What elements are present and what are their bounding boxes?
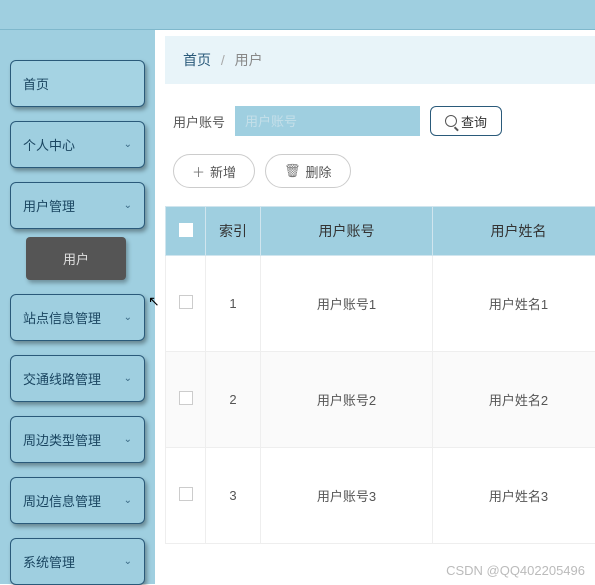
- sidebar-item-home[interactable]: 首页: [10, 60, 145, 107]
- chevron-down-icon: ⌄: [124, 200, 132, 211]
- chevron-down-icon: ⌄: [124, 495, 132, 506]
- row-checkbox[interactable]: [179, 295, 193, 309]
- filter-row: 用户账号 查询: [155, 84, 595, 144]
- sidebar-subitem-label: 用户: [63, 252, 89, 267]
- chevron-down-icon: ⌄: [124, 312, 132, 323]
- sidebar-item-traffic[interactable]: 交通线路管理 ⌄: [10, 355, 145, 402]
- data-table: 索引 用户账号 用户姓名 1用户账号1用户姓名12用户账号2用户姓名23用户账号…: [165, 206, 595, 544]
- sidebar-item-user-mgmt[interactable]: 用户管理 ⌄: [10, 182, 145, 229]
- cell-name: 用户姓名1: [433, 256, 595, 352]
- sidebar-item-surrounding-info[interactable]: 周边信息管理 ⌄: [10, 477, 145, 524]
- cell-account: 用户账号2: [261, 352, 433, 448]
- chevron-down-icon: ⌄: [124, 139, 132, 150]
- sidebar-item-label: 周边类型管理: [23, 430, 101, 449]
- sidebar-item-system[interactable]: 系统管理 ⌄: [10, 538, 145, 585]
- delete-button[interactable]: 🗑 删除: [265, 154, 351, 188]
- breadcrumb-current: 用户: [235, 52, 263, 68]
- sidebar-item-profile[interactable]: 个人中心 ⌄: [10, 121, 145, 168]
- sidebar-item-label: 用户管理: [23, 196, 75, 215]
- watermark: CSDN @QQ402205496: [446, 563, 585, 578]
- topbar: [0, 0, 595, 30]
- breadcrumb-home[interactable]: 首页: [183, 52, 211, 68]
- table-row: 1用户账号1用户姓名1: [166, 256, 595, 352]
- add-button[interactable]: ＋ 新增: [173, 154, 255, 188]
- sidebar-item-label: 周边信息管理: [23, 491, 101, 510]
- main-content: 首页 / 用户 用户账号 查询 ＋ 新增 🗑 删除: [155, 30, 595, 584]
- table-row: 3用户账号3用户姓名3: [166, 448, 595, 544]
- search-button[interactable]: 查询: [430, 106, 502, 136]
- action-row: ＋ 新增 🗑 删除: [155, 144, 595, 206]
- cell-index: 1: [206, 256, 261, 352]
- cell-name: 用户姓名2: [433, 352, 595, 448]
- cell-account: 用户账号3: [261, 448, 433, 544]
- search-button-label: 查询: [461, 112, 487, 131]
- header-index: 索引: [206, 207, 261, 256]
- sidebar-subitem-user[interactable]: 用户: [26, 237, 126, 280]
- cell-index: 3: [206, 448, 261, 544]
- table-header-row: 索引 用户账号 用户姓名: [166, 207, 595, 256]
- add-button-label: 新增: [210, 162, 236, 181]
- account-input[interactable]: [235, 106, 420, 136]
- chevron-down-icon: ⌄: [124, 373, 132, 384]
- sidebar-item-label: 系统管理: [23, 552, 75, 571]
- filter-label: 用户账号: [173, 112, 225, 131]
- cell-name: 用户姓名3: [433, 448, 595, 544]
- cell-index: 2: [206, 352, 261, 448]
- breadcrumb-separator: /: [221, 52, 225, 68]
- delete-button-label: 删除: [306, 162, 332, 181]
- chevron-down-icon: ⌄: [124, 434, 132, 445]
- trash-icon: 🗑: [284, 163, 301, 179]
- select-all-checkbox[interactable]: [179, 223, 193, 237]
- table-row: 2用户账号2用户姓名2: [166, 352, 595, 448]
- sidebar-item-surrounding-type[interactable]: 周边类型管理 ⌄: [10, 416, 145, 463]
- header-account: 用户账号: [261, 207, 433, 256]
- sidebar-item-station[interactable]: 站点信息管理 ⌄: [10, 294, 145, 341]
- cell-account: 用户账号1: [261, 256, 433, 352]
- sidebar-item-label: 站点信息管理: [23, 308, 101, 327]
- header-name: 用户姓名: [433, 207, 595, 256]
- sidebar: 首页 个人中心 ⌄ 用户管理 ⌄ 用户 站点信息管理 ⌄ 交通线路管理 ⌄ 周边…: [0, 30, 155, 584]
- breadcrumb: 首页 / 用户: [165, 36, 595, 84]
- container: 首页 个人中心 ⌄ 用户管理 ⌄ 用户 站点信息管理 ⌄ 交通线路管理 ⌄ 周边…: [0, 30, 595, 584]
- chevron-down-icon: ⌄: [124, 556, 132, 567]
- search-icon: [445, 115, 457, 127]
- sidebar-item-label: 首页: [23, 74, 49, 93]
- row-checkbox[interactable]: [179, 487, 193, 501]
- sidebar-item-label: 个人中心: [23, 135, 75, 154]
- sidebar-item-label: 交通线路管理: [23, 369, 101, 388]
- row-checkbox[interactable]: [179, 391, 193, 405]
- plus-icon: ＋: [192, 162, 205, 181]
